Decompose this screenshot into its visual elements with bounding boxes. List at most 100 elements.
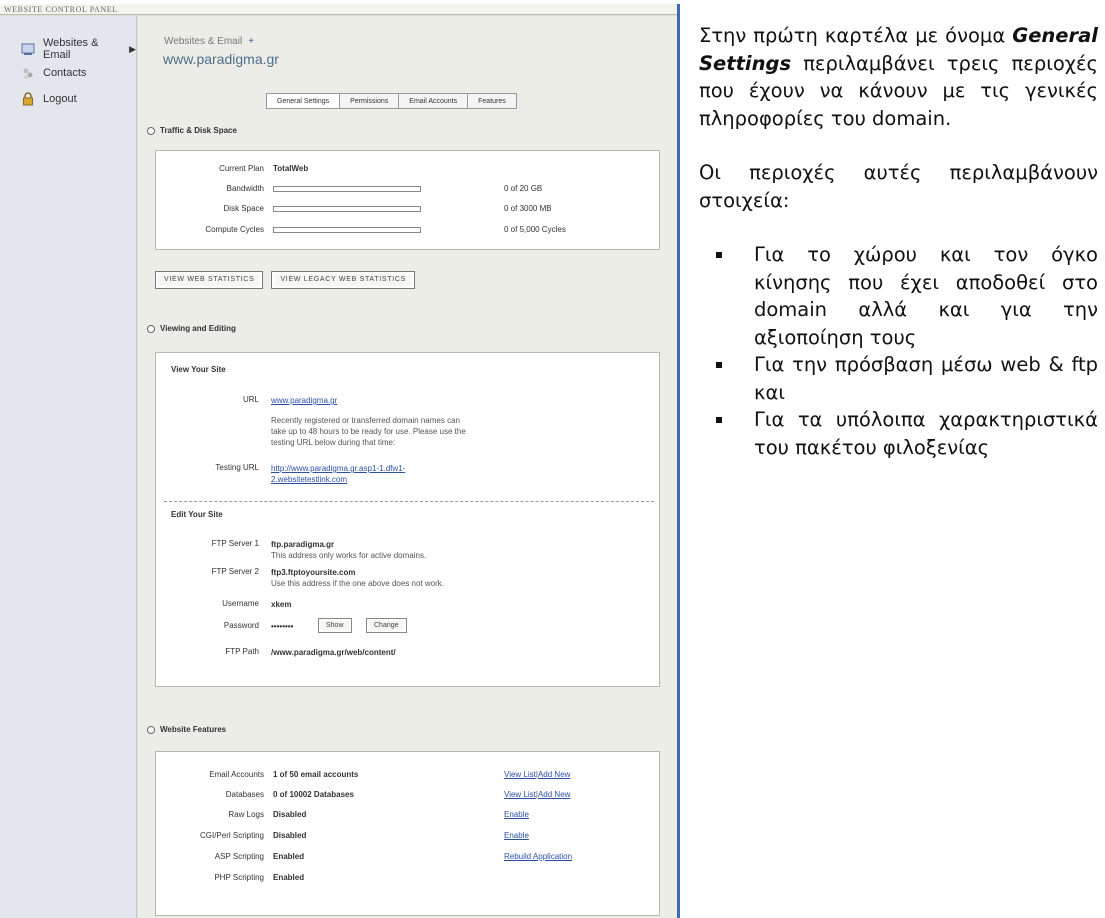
feature-label: PHP Scripting (214, 873, 264, 882)
nav-label: Contacts (43, 67, 87, 79)
view-web-statistics-button[interactable]: VIEW WEB STATISTICS (155, 271, 264, 289)
section-traffic-toggle[interactable]: Traffic & Disk Space (147, 126, 237, 135)
feature-label: Email Accounts (209, 770, 264, 779)
section-viewing-toggle[interactable]: Viewing and Editing (147, 324, 236, 333)
collapse-icon (147, 126, 155, 135)
nav-item-contacts[interactable]: Contacts (0, 62, 136, 84)
feature-label: CGI/Perl Scripting (199, 831, 264, 840)
tab-permissions[interactable]: Permissions (339, 93, 399, 109)
enable-link[interactable]: Enable (504, 831, 529, 840)
list-item: Για την πρόσβαση μέσω web & ftp και (699, 351, 1098, 406)
collapse-icon (147, 324, 155, 333)
features-box: Email Accounts 1 of 50 email accounts Vi… (155, 751, 660, 916)
edit-your-site-heading: Edit Your Site (171, 510, 223, 519)
url-note-line: take up to 48 hours to be ready for use.… (271, 427, 466, 436)
list-item: Για τα υπόλοιπα χαρακτηριστικά του πακέτ… (699, 406, 1098, 461)
url-note-line: Recently registered or transferred domai… (271, 416, 460, 425)
feature-actions: View List|Add New (504, 770, 571, 779)
expand-icon[interactable]: + (248, 36, 254, 47)
row-label: Compute Cycles (205, 225, 264, 234)
row-value: TotalWeb (273, 164, 309, 173)
username-value: xkem (271, 600, 292, 609)
usage-text: 0 of 5,000 Cycles (504, 225, 566, 234)
show-password-button[interactable]: Show (318, 618, 352, 633)
ftp1-label: FTP Server 1 (211, 539, 259, 548)
row-label: Bandwidth (226, 184, 264, 193)
feature-row-databases: Databases 0 of 10002 Databases View List… (156, 790, 659, 802)
testing-url-label: Testing URL (215, 463, 259, 472)
feature-value: 1 of 50 email accounts (273, 770, 359, 779)
section-title: Website Features (160, 725, 227, 734)
description-text: Στην πρώτη καρτέλα με όνομα General Sett… (699, 22, 1098, 461)
ftp-path-value: /www.paradigma.gr/web/content/ (271, 648, 396, 657)
nav-label: Websites & Email (43, 37, 99, 61)
websites-icon (21, 42, 35, 56)
view-legacy-web-statistics-button[interactable]: VIEW LEGACY WEB STATISTICS (271, 271, 415, 289)
ftp2-label: FTP Server 2 (211, 567, 259, 576)
password-label: Password (223, 621, 259, 630)
feature-value: Disabled (273, 831, 307, 840)
add-new-link[interactable]: Add New (538, 770, 570, 779)
usage-text: 0 of 20 GB (504, 184, 543, 193)
view-your-site-heading: View Your Site (171, 365, 226, 374)
tab-email-accounts[interactable]: Email Accounts (398, 93, 468, 109)
feature-label: Databases (225, 790, 264, 799)
feature-row-php: PHP Scripting Enabled (156, 873, 659, 885)
intro-paragraph: Στην πρώτη καρτέλα με όνομα General Sett… (699, 22, 1098, 132)
usage-bar (273, 227, 421, 233)
feature-value: 0 of 10002 Databases (273, 790, 354, 799)
plan-row: Current Plan TotalWeb (156, 164, 659, 176)
usage-row-disk: Disk Space 0 of 3000 MB (156, 204, 659, 216)
feature-label: Raw Logs (228, 810, 264, 819)
row-label: Current Plan (219, 164, 264, 173)
nav-arrow-icon: ▶ (129, 43, 136, 54)
contacts-icon (21, 66, 35, 80)
areas-paragraph: Οι περιοχές αυτές περιλαμβάνουν στοιχεία… (699, 161, 1098, 212)
feature-value: Enabled (273, 873, 305, 882)
lock-icon (21, 92, 35, 106)
viewing-box: View Your Site URL www.paradigma.gr Rece… (155, 352, 660, 687)
panel-header-title: WEBSITE CONTROL PANEL (4, 5, 118, 14)
divider (164, 501, 654, 502)
add-new-link[interactable]: Add New (538, 790, 570, 799)
panel-content: Websites & Email + www.paradigma.gr Gener… (138, 16, 677, 918)
feature-value: Enabled (273, 852, 305, 861)
breadcrumb: Websites & Email + (164, 36, 254, 47)
change-password-button[interactable]: Change (366, 618, 407, 633)
intro-text-start: Στην πρώτη καρτέλα με όνομα (699, 24, 1013, 47)
ftp1-host: ftp.paradigma.gr (271, 540, 335, 549)
username-label: Username (222, 599, 259, 608)
feature-value: Disabled (273, 810, 307, 819)
breadcrumb-link[interactable]: Websites & Email (164, 36, 242, 47)
ftp-path-label: FTP Path (225, 647, 259, 656)
feature-row-cgi: CGI/Perl Scripting Disabled Enable (156, 831, 659, 843)
nav-item-websites-email[interactable]: Websites & Email ▶ (0, 37, 136, 61)
ftp2-host: ftp3.ftptoyoursite.com (271, 568, 356, 577)
url-note-line: testing URL below during that time: (271, 438, 396, 447)
view-list-link[interactable]: View List (504, 770, 536, 779)
section-features-toggle[interactable]: Website Features (147, 725, 226, 734)
nav-item-logout[interactable]: Logout (0, 88, 136, 110)
control-panel-screenshot: WEBSITE CONTROL PANEL Websites & Email ▶… (0, 4, 680, 918)
list-item: Για το χώρου και τον όγκο κίνησης που έχ… (699, 241, 1098, 351)
feature-row-email: Email Accounts 1 of 50 email accounts Vi… (156, 770, 659, 782)
rebuild-application-link[interactable]: Rebuild Application (504, 852, 572, 861)
ftp2-value: ftp3.ftptoyoursite.com Use this address … (271, 567, 444, 589)
view-list-link[interactable]: View List (504, 790, 536, 799)
ftp1-value: ftp.paradigma.gr This address only works… (271, 539, 426, 561)
tab-general-settings[interactable]: General Settings (266, 93, 340, 109)
section-title: Traffic & Disk Space (160, 126, 237, 135)
usage-row-bandwidth: Bandwidth 0 of 20 GB (156, 184, 659, 196)
usage-row-cycles: Compute Cycles 0 of 5,000 Cycles (156, 225, 659, 237)
enable-link[interactable]: Enable (504, 810, 529, 819)
tab-features[interactable]: Features (467, 93, 517, 109)
testing-url-line: http://www.paradigma.gr.asp1-1.dfw1- (271, 464, 406, 473)
url-link[interactable]: www.paradigma.gr (271, 395, 337, 406)
feature-label: ASP Scripting (214, 852, 264, 861)
usage-bar (273, 206, 421, 212)
testing-url-line: 2.websitetestlink.com (271, 475, 348, 484)
testing-url-link[interactable]: http://www.paradigma.gr.asp1-1.dfw1- 2.w… (271, 463, 405, 485)
ftp2-note: Use this address if the one above does n… (271, 579, 444, 588)
tab-bar: General Settings Permissions Email Accou… (266, 93, 517, 109)
url-label: URL (242, 395, 259, 404)
